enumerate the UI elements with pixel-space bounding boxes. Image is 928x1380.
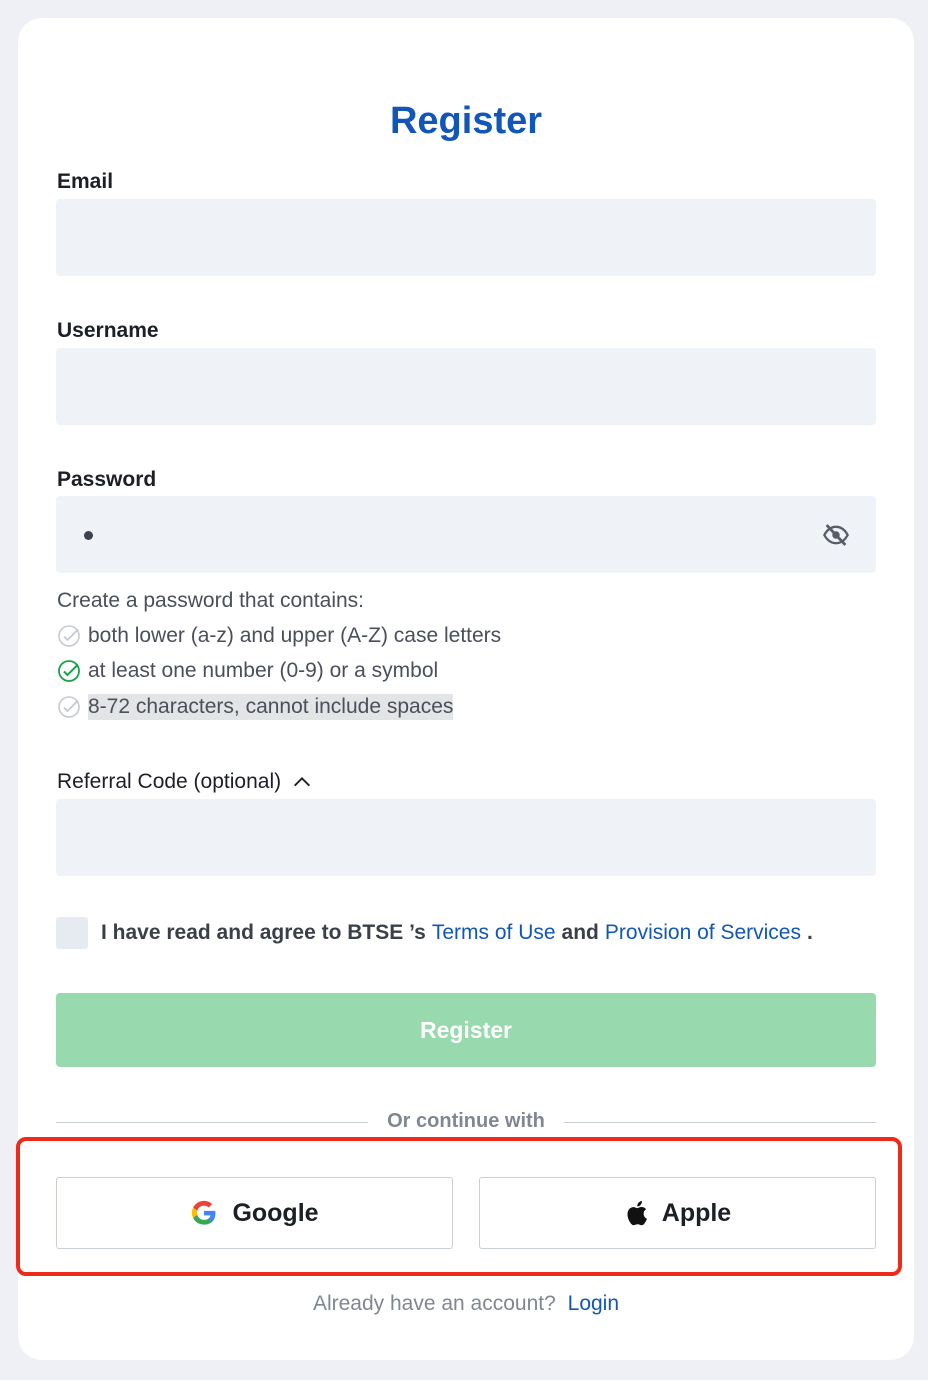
email-label: Email bbox=[57, 170, 114, 193]
password-field[interactable] bbox=[56, 496, 876, 573]
google-icon bbox=[192, 1200, 216, 1225]
email-field[interactable] bbox=[56, 199, 876, 276]
referral-toggle[interactable]: Referral Code (optional) bbox=[57, 770, 313, 794]
password-rule-case: both lower (a-z) and upper (A-Z) case le… bbox=[57, 624, 501, 648]
terms-agreement: I have read and agree to BTSE ’s Terms o… bbox=[56, 917, 813, 949]
password-rule-text: at least one number (0-9) or a symbol bbox=[88, 659, 439, 682]
apple-login-button[interactable]: Apple bbox=[479, 1177, 876, 1249]
agree-suffix-text: . bbox=[806, 921, 813, 944]
password-field-wrapper bbox=[56, 496, 876, 573]
password-mask-dot bbox=[84, 531, 93, 540]
password-label: Password bbox=[57, 468, 157, 491]
divider-line bbox=[564, 1122, 876, 1123]
page-title: Register bbox=[389, 100, 543, 142]
eye-off-icon[interactable] bbox=[822, 521, 850, 549]
terms-checkbox[interactable] bbox=[56, 917, 88, 949]
google-label: Google bbox=[232, 1198, 319, 1227]
apple-label: Apple bbox=[661, 1198, 732, 1227]
username-label: Username bbox=[57, 319, 159, 342]
register-button[interactable]: Register bbox=[56, 993, 876, 1067]
password-rule-text: 8-72 characters, cannot include spaces bbox=[88, 694, 454, 720]
register-card: Register Email Username Password Create … bbox=[16, 18, 914, 1360]
check-circle-icon bbox=[58, 660, 80, 682]
agree-prefix-text: I have read and agree to BTSE ’s bbox=[101, 921, 426, 944]
check-circle-icon bbox=[58, 625, 80, 647]
login-prompt-text: Already have an account? bbox=[312, 1292, 556, 1315]
check-circle-icon bbox=[58, 696, 80, 718]
password-rule-length: 8-72 characters, cannot include spaces bbox=[57, 694, 454, 720]
username-field[interactable] bbox=[56, 348, 876, 425]
login-prompt: Already have an account? Login bbox=[18, 1292, 914, 1316]
referral-label: Referral Code (optional) bbox=[57, 770, 282, 793]
password-rule-number: at least one number (0-9) or a symbol bbox=[57, 659, 438, 683]
password-rule-text: both lower (a-z) and upper (A-Z) case le… bbox=[88, 624, 502, 647]
provision-of-services-link[interactable]: Provision of Services bbox=[605, 921, 801, 945]
terms-of-use-link[interactable]: Terms of Use bbox=[432, 921, 556, 945]
chevron-up-icon bbox=[294, 777, 311, 787]
apple-icon bbox=[627, 1201, 647, 1226]
login-link[interactable]: Login bbox=[568, 1292, 619, 1315]
referral-code-field[interactable] bbox=[56, 799, 876, 876]
agree-and-text: and bbox=[561, 921, 599, 944]
google-login-button[interactable]: Google bbox=[56, 1177, 453, 1249]
password-rules-intro: Create a password that contains: bbox=[57, 589, 365, 612]
social-divider: Or continue with bbox=[56, 1106, 876, 1138]
